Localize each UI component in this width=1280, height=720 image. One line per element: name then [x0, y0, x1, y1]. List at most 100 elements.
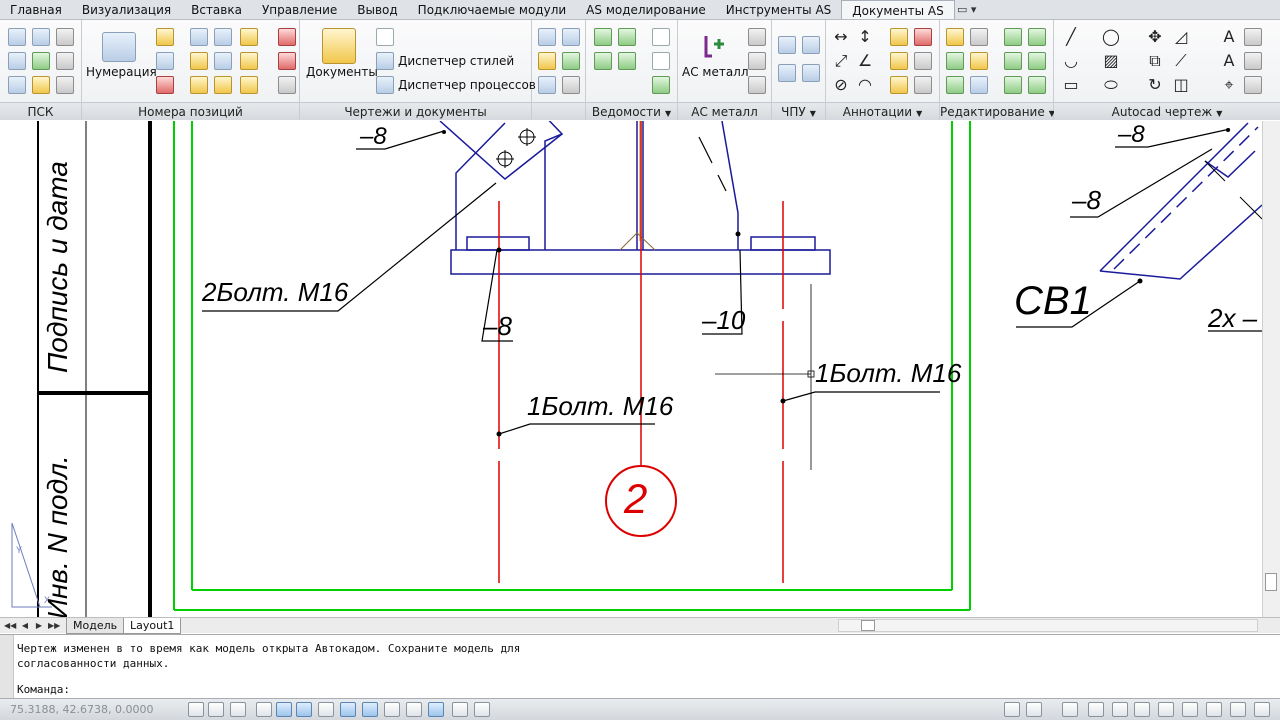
next-layout-icon[interactable]: ▶ — [34, 619, 44, 632]
command-window-grip[interactable] — [0, 635, 14, 699]
dim-radius-icon[interactable]: ◠ — [856, 76, 874, 94]
status-menu-icon[interactable] — [1230, 702, 1246, 717]
hatch-icon[interactable]: ▨ — [1102, 52, 1120, 70]
ucs-previous-icon[interactable] — [56, 52, 74, 70]
statement-sort-icon[interactable] — [652, 76, 670, 94]
weld-icon[interactable] — [890, 76, 908, 94]
pos-n1-icon[interactable] — [190, 28, 208, 46]
ucs-origin-icon[interactable] — [32, 28, 50, 46]
nc-icon[interactable] — [778, 36, 796, 54]
statement-text-icon[interactable] — [652, 28, 670, 46]
grid-display-icon[interactable] — [230, 702, 246, 717]
infer-constraints-icon[interactable] — [188, 702, 204, 717]
panel-title-statements[interactable]: Ведомости ▼ — [586, 102, 677, 120]
ucs-face-icon[interactable] — [32, 52, 50, 70]
edit-6-icon[interactable] — [970, 76, 988, 94]
snap-mode-icon[interactable] — [208, 702, 224, 717]
hardware-acceleration-icon[interactable] — [1158, 702, 1174, 717]
ucs-view-icon[interactable] — [56, 28, 74, 46]
ucs-z-icon[interactable] — [56, 76, 74, 94]
ortho-mode-icon[interactable] — [256, 702, 272, 717]
tab-home[interactable]: Главная — [0, 0, 72, 19]
dim-aligned-icon[interactable]: ⤢ — [832, 52, 850, 70]
sheet-stamp-icon[interactable] — [562, 76, 580, 94]
first-layout-icon[interactable]: ◀◀ — [4, 619, 16, 632]
edit-5-icon[interactable] — [946, 76, 964, 94]
tab-model[interactable]: Модель — [66, 618, 125, 634]
horizontal-scrollbar[interactable] — [838, 619, 1258, 632]
edit-9-icon[interactable] — [1004, 52, 1022, 70]
last-layout-icon[interactable]: ▶▶ — [48, 619, 60, 632]
horizontal-scroll-thumb[interactable] — [861, 620, 875, 631]
leader-icon[interactable] — [890, 28, 908, 46]
drawing-canvas[interactable]: Y X –8 2Болт. М16 –8 –10 1Болт. М16 1Бол… — [0, 121, 1262, 617]
pos-n2-icon[interactable] — [214, 28, 232, 46]
tab-as-tools[interactable]: Инструменты AS — [716, 0, 842, 19]
as-metal-check-icon[interactable] — [748, 76, 766, 94]
edit-7-icon[interactable] — [1004, 28, 1022, 46]
edit-2-icon[interactable] — [970, 28, 988, 46]
move-icon[interactable]: ✥ — [1146, 28, 1164, 46]
axis-icon[interactable] — [914, 76, 932, 94]
annotation-scale-icon[interactable] — [1062, 702, 1078, 717]
sheet-edit-icon[interactable] — [538, 52, 556, 70]
style-manager-icon[interactable] — [376, 52, 394, 70]
pos-mark-icon[interactable] — [240, 52, 258, 70]
tab-as-documents[interactable]: Документы AS — [841, 0, 955, 19]
object-snap-icon[interactable] — [296, 702, 312, 717]
isolate-objects-icon[interactable] — [1182, 702, 1198, 717]
panel-title-chpu[interactable]: ЧПУ ▼ — [772, 102, 825, 120]
pos-bracket-icon[interactable] — [190, 52, 208, 70]
pos-edit-icon[interactable] — [156, 28, 174, 46]
sheet-icon[interactable] — [538, 28, 556, 46]
workspace-switch-icon[interactable] — [1112, 702, 1128, 717]
arc-icon[interactable]: ◡ — [1062, 52, 1080, 70]
dim-linear-icon[interactable]: ↔ — [832, 28, 850, 46]
polyline-icon[interactable]: ◿ — [1172, 28, 1190, 46]
as-metal-calc-icon[interactable] — [748, 52, 766, 70]
section-icon[interactable] — [914, 52, 932, 70]
edit-3-icon[interactable] — [946, 52, 964, 70]
pos-settings-icon[interactable] — [278, 76, 296, 94]
panel-title-annotations[interactable]: Аннотации ▼ — [826, 102, 939, 120]
leader-multi-icon[interactable] — [914, 28, 932, 46]
statement-list-icon[interactable] — [652, 52, 670, 70]
quick-view-layouts-icon[interactable] — [1026, 702, 1042, 717]
process-manager-icon[interactable] — [376, 76, 394, 94]
lineweight-icon[interactable] — [406, 702, 422, 717]
edit-11-icon[interactable] — [1004, 76, 1022, 94]
dxf-icon[interactable] — [778, 64, 796, 82]
numbering-button[interactable]: Нумерация — [86, 65, 157, 79]
trim-icon[interactable]: ⟋ — [1172, 52, 1190, 70]
pos-grid-icon[interactable] — [214, 76, 232, 94]
ellipse-icon[interactable]: ⬭ — [1102, 76, 1120, 94]
pos-n3-icon[interactable] — [240, 28, 258, 46]
mirror-icon[interactable]: ◫ — [1172, 76, 1190, 94]
as-metal-button[interactable]: АС металл — [682, 65, 749, 79]
line-icon[interactable]: ╱ — [1062, 28, 1080, 46]
pos-stack-icon[interactable] — [214, 52, 232, 70]
edit-10-icon[interactable] — [1028, 52, 1046, 70]
rotate-icon[interactable]: ↻ — [1146, 76, 1164, 94]
edit-1-icon[interactable] — [946, 28, 964, 46]
sheet-copy-icon[interactable] — [562, 28, 580, 46]
vertical-scroll-thumb[interactable] — [1265, 573, 1277, 591]
circle-icon[interactable]: ◯ — [1102, 28, 1120, 46]
as-metal-icon[interactable] — [700, 32, 728, 60]
model-space-icon[interactable] — [1004, 702, 1020, 717]
polar-tracking-icon[interactable] — [276, 702, 292, 717]
dim-vertical-icon[interactable]: ↕ — [856, 28, 874, 46]
text-icon[interactable]: A — [1220, 28, 1238, 46]
clean-screen-icon[interactable] — [1254, 702, 1270, 717]
copy-icon[interactable]: ⧉ — [1146, 52, 1164, 70]
new-document-icon[interactable] — [376, 28, 394, 46]
tab-insert[interactable]: Вставка — [181, 0, 252, 19]
dim-diameter-icon[interactable]: ⊘ — [832, 76, 850, 94]
statement-1-icon[interactable] — [594, 28, 612, 46]
ucs-y-icon[interactable] — [32, 76, 50, 94]
panel-title-autocad-drawing[interactable]: Autocad чертеж ▼ — [1054, 102, 1280, 120]
pos-red-icon[interactable] — [278, 52, 296, 70]
ucs-world-icon[interactable] — [8, 28, 26, 46]
nc-export-icon[interactable] — [802, 36, 820, 54]
style-manager-button[interactable]: Диспетчер стилей — [398, 54, 514, 68]
